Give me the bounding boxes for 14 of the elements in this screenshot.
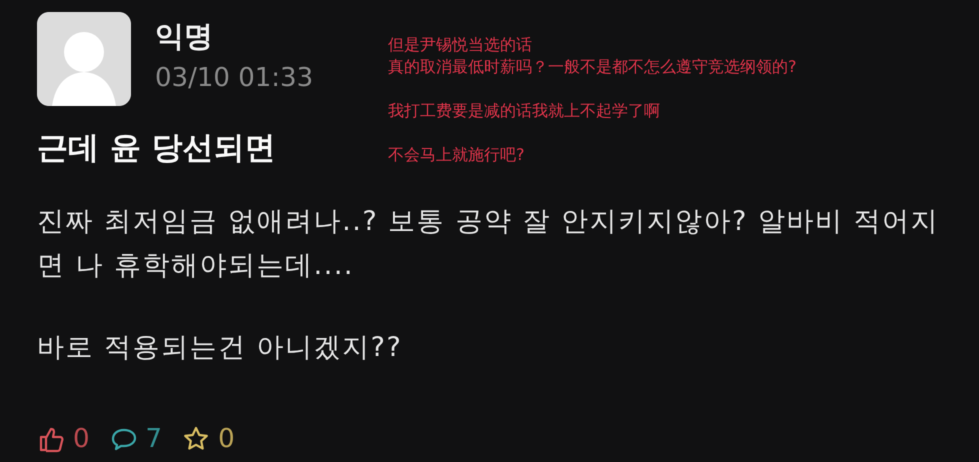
annotation-text: 真的取消最低时薪吗？一般不是都不怎么遵守竞选纲领的?: [388, 56, 796, 78]
annotation-text: 我打工费要是减的话我就上不起学了啊: [388, 100, 661, 122]
post-body: 바로 적용되는건 아니겠지??: [37, 331, 404, 365]
comment-count: 7: [146, 424, 162, 454]
post-time: 03/10 01:33: [155, 62, 314, 94]
annotation-text: 但是尹锡悦当选的话: [388, 34, 533, 56]
annotation-text: 不会马上就施行吧?: [388, 144, 526, 166]
post-title: 근데 윤 당선되면: [37, 129, 276, 168]
author-name: 익명: [155, 18, 214, 54]
post-body: 진짜 최저임금 없애려나..? 보통 공약 잘 안지키지않아? 알바비 적어지면 나 휴학해야되는데....: [37, 205, 940, 283]
avatar-icon: [37, 12, 131, 106]
thumbs-up-icon[interactable]: [37, 425, 65, 453]
like-count: 0: [73, 424, 90, 454]
scrap-count: 0: [218, 424, 235, 454]
